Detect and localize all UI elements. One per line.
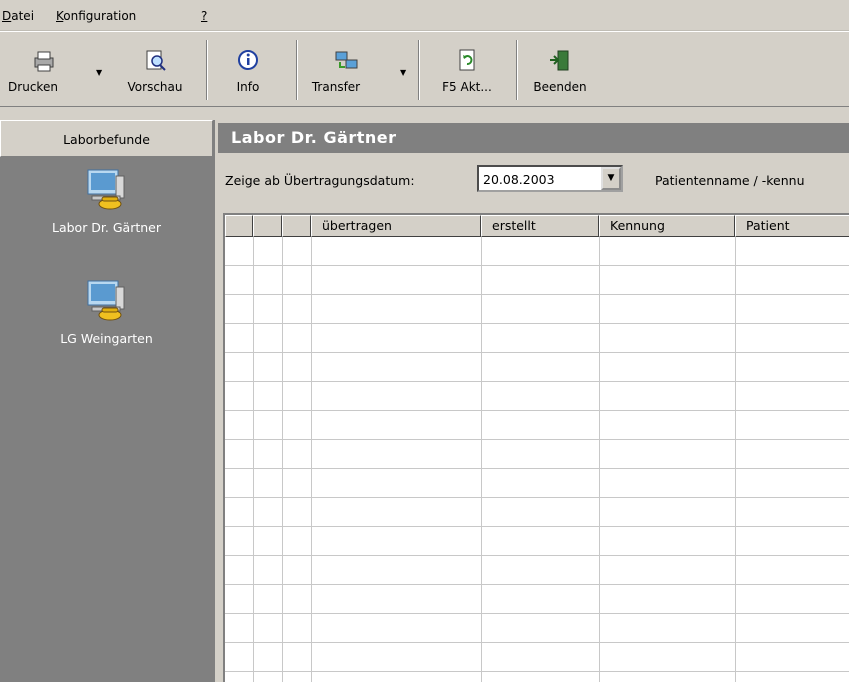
- column-header-kennung[interactable]: Kennung: [599, 215, 735, 237]
- toolbar-separator: [418, 40, 420, 100]
- table-body: [225, 237, 849, 682]
- column-divider: [311, 237, 312, 682]
- transfer-dropdown-arrow-icon[interactable]: ▼: [400, 68, 406, 77]
- lab-computer-phone-icon: [87, 169, 125, 210]
- table-row[interactable]: [225, 353, 849, 382]
- main-panel: Labor Dr. Gärtner Zeige ab Übertragungsd…: [215, 120, 849, 682]
- exit-button[interactable]: Beenden: [522, 32, 598, 106]
- sidebar: Laborbefunde Labor Dr. Gärtner LG Weinga…: [0, 120, 215, 682]
- column-header-status-2[interactable]: [253, 215, 282, 237]
- table-row[interactable]: [225, 498, 849, 527]
- table-row[interactable]: [225, 440, 849, 469]
- sidebar-item-lg-weingarten[interactable]: LG Weingarten: [0, 275, 213, 355]
- info-button[interactable]: Info: [218, 32, 278, 106]
- table-row[interactable]: [225, 585, 849, 614]
- column-header-patient[interactable]: Patient: [735, 215, 849, 237]
- column-header-status-3[interactable]: [282, 215, 311, 237]
- sidebar-header[interactable]: Laborbefunde: [0, 120, 213, 157]
- column-divider: [282, 237, 283, 682]
- refresh-icon: [459, 49, 475, 71]
- column-divider: [735, 237, 736, 682]
- info-icon: [238, 50, 258, 70]
- table-row[interactable]: [225, 237, 849, 266]
- print-dropdown-arrow-icon[interactable]: ▼: [96, 68, 102, 77]
- table-row[interactable]: [225, 556, 849, 585]
- preview-button[interactable]: Vorschau: [110, 32, 200, 106]
- print-button[interactable]: Drucken: [0, 32, 88, 106]
- menu-datei[interactable]: Datei: [2, 9, 34, 23]
- menu-konfiguration[interactable]: Konfiguration: [56, 9, 136, 23]
- toolbar-separator: [206, 40, 208, 100]
- column-divider: [481, 237, 482, 682]
- results-table[interactable]: übertragen erstellt Kennung Patient: [223, 213, 849, 682]
- transfer-computers-icon: [335, 51, 358, 69]
- toolbar-separator: [516, 40, 518, 100]
- transfer-date-value: 20.08.2003: [483, 172, 555, 187]
- toolbar-separator: [296, 40, 298, 100]
- table-row[interactable]: [225, 266, 849, 295]
- table-row[interactable]: [225, 614, 849, 643]
- sidebar-item-labor-dr-gaertner[interactable]: Labor Dr. Gärtner: [0, 164, 213, 244]
- column-divider: [253, 237, 254, 682]
- column-header-status-1[interactable]: [225, 215, 253, 237]
- column-header-uebertragen[interactable]: übertragen: [311, 215, 481, 237]
- menu-help[interactable]: ?: [201, 9, 207, 23]
- table-row[interactable]: [225, 527, 849, 556]
- lab-computer-phone-icon: [87, 280, 125, 321]
- table-row[interactable]: [225, 295, 849, 324]
- exit-door-icon: [550, 50, 569, 71]
- column-header-erstellt[interactable]: erstellt: [481, 215, 599, 237]
- printer-icon: [34, 51, 54, 72]
- transfer-date-select[interactable]: 20.08.2003 ▼: [477, 165, 623, 192]
- print-preview-icon: [146, 50, 166, 71]
- table-row[interactable]: [225, 469, 849, 498]
- transfer-button[interactable]: Transfer: [305, 32, 389, 106]
- patient-name-label: Patientenname / -kennu: [655, 173, 805, 188]
- menu-bar: Datei Konfiguration ?: [0, 0, 849, 31]
- column-divider: [599, 237, 600, 682]
- transfer-date-label: Zeige ab Übertragungsdatum:: [225, 173, 415, 188]
- refresh-button[interactable]: F5 Akt...: [425, 32, 509, 106]
- table-row[interactable]: [225, 411, 849, 440]
- table-row[interactable]: [225, 672, 849, 682]
- table-row[interactable]: [225, 382, 849, 411]
- table-row[interactable]: [225, 643, 849, 672]
- toolbar: Drucken ▼ Vorschau Info Transfer ▼ F5 Ak…: [0, 31, 849, 107]
- panel-title: Labor Dr. Gärtner: [218, 123, 849, 153]
- chevron-down-icon[interactable]: ▼: [601, 167, 621, 190]
- table-row[interactable]: [225, 324, 849, 353]
- table-header: übertragen erstellt Kennung Patient: [225, 215, 849, 237]
